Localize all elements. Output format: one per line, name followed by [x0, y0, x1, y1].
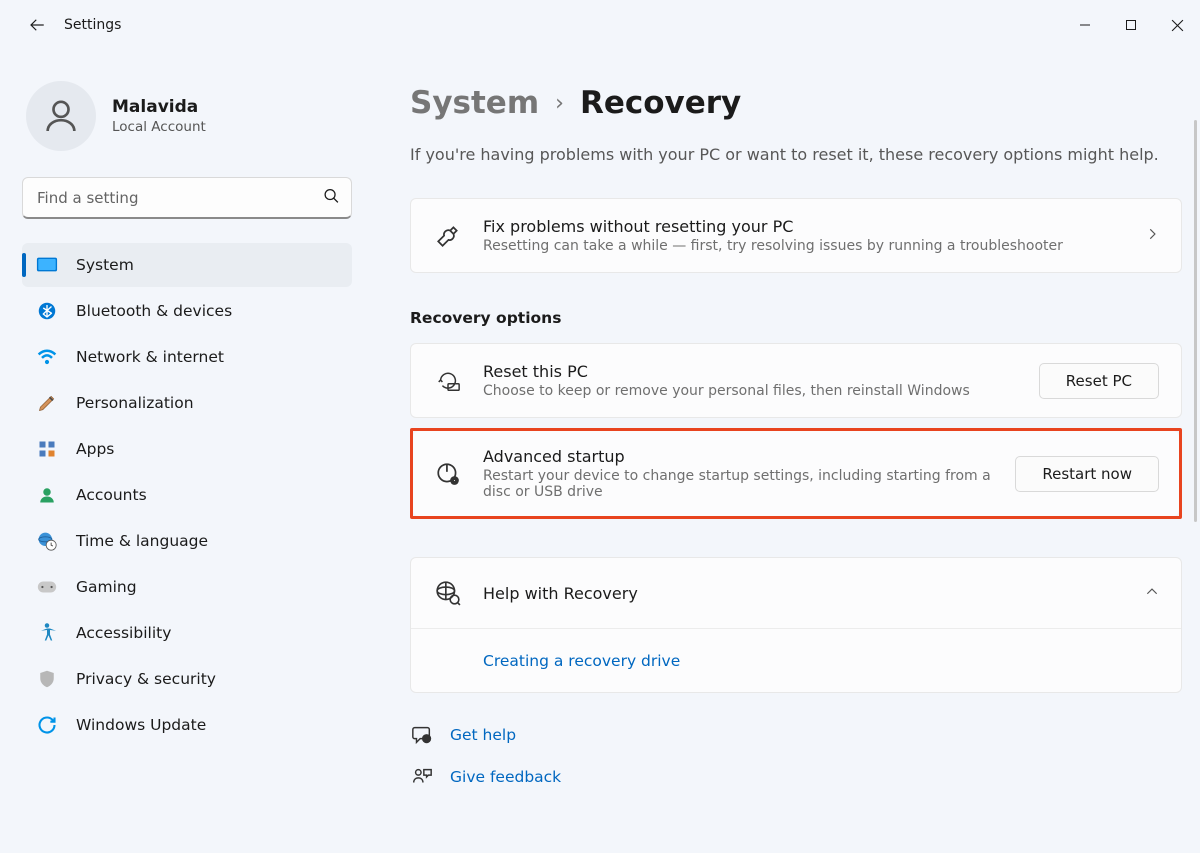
help-chat-icon: ?: [410, 723, 434, 747]
advanced-startup-card: Advanced startup Restart your device to …: [413, 431, 1179, 516]
power-gear-icon: [433, 459, 463, 489]
nav-list: System Bluetooth & devices Network & int…: [22, 243, 352, 747]
sidebar-item-label: Gaming: [76, 578, 137, 596]
card-title: Help with Recovery: [483, 584, 1125, 603]
page-title: Recovery: [580, 85, 741, 121]
shield-icon: [36, 668, 58, 690]
sidebar-item-label: Time & language: [76, 532, 208, 550]
profile-name: Malavida: [112, 97, 206, 118]
body: Malavida Local Account System: [0, 50, 1200, 853]
globe-search-icon: [433, 578, 463, 608]
maximize-button[interactable]: [1108, 8, 1154, 42]
section-heading: Recovery options: [410, 309, 1182, 327]
reset-pc-card: Reset this PC Choose to keep or remove y…: [410, 343, 1182, 418]
sidebar-item-label: Privacy & security: [76, 670, 216, 688]
page-subtitle: If you're having problems with your PC o…: [410, 145, 1182, 164]
feedback-icon: [410, 765, 434, 789]
globe-clock-icon: [36, 530, 58, 552]
close-icon: [1171, 19, 1184, 32]
card-title: Fix problems without resetting your PC: [483, 217, 1125, 236]
search-icon: [323, 188, 340, 209]
chevron-right-icon: ›: [555, 91, 564, 116]
card-subtitle: Choose to keep or remove your personal f…: [483, 383, 1019, 399]
breadcrumb: System › Recovery: [410, 85, 1182, 121]
sidebar-item-label: Personalization: [76, 394, 194, 412]
avatar: [26, 81, 96, 151]
sidebar-item-label: Bluetooth & devices: [76, 302, 232, 320]
help-card-body: Creating a recovery drive: [411, 628, 1181, 692]
sidebar-item-system[interactable]: System: [22, 243, 352, 287]
minimize-icon: [1079, 19, 1091, 31]
window-controls: [1062, 8, 1200, 42]
sidebar-item-accounts[interactable]: Accounts: [22, 473, 352, 517]
sidebar-item-update[interactable]: Windows Update: [22, 703, 352, 747]
update-icon: [36, 714, 58, 736]
link-label: Give feedback: [450, 768, 561, 786]
breadcrumb-parent[interactable]: System: [410, 85, 539, 121]
reset-pc-button[interactable]: Reset PC: [1039, 363, 1159, 399]
profile-subtitle: Local Account: [112, 119, 206, 135]
sidebar-item-network[interactable]: Network & internet: [22, 335, 352, 379]
brush-icon: [36, 392, 58, 414]
person-icon: [41, 96, 81, 136]
titlebar: Settings: [0, 0, 1200, 50]
sidebar-item-label: Network & internet: [76, 348, 224, 366]
system-icon: [36, 254, 58, 276]
accessibility-icon: [36, 622, 58, 644]
sidebar-item-label: System: [76, 256, 134, 274]
minimize-button[interactable]: [1062, 8, 1108, 42]
person-icon: [36, 484, 58, 506]
wrench-icon: [433, 221, 463, 251]
card-subtitle: Restart your device to change startup se…: [483, 468, 995, 500]
get-help-link[interactable]: ? Get help: [410, 723, 1182, 747]
svg-text:?: ?: [425, 735, 428, 743]
scrollbar-thumb[interactable]: [1194, 120, 1197, 522]
sidebar-item-bluetooth[interactable]: Bluetooth & devices: [22, 289, 352, 333]
fix-problems-card[interactable]: Fix problems without resetting your PC R…: [410, 198, 1182, 273]
sidebar-item-personalization[interactable]: Personalization: [22, 381, 352, 425]
restart-now-button[interactable]: Restart now: [1015, 456, 1159, 492]
app-title: Settings: [64, 17, 121, 33]
back-button[interactable]: [20, 8, 54, 42]
sidebar-item-privacy[interactable]: Privacy & security: [22, 657, 352, 701]
sidebar-item-label: Windows Update: [76, 716, 206, 734]
chevron-up-icon: [1145, 584, 1159, 603]
sidebar-item-gaming[interactable]: Gaming: [22, 565, 352, 609]
profile[interactable]: Malavida Local Account: [22, 75, 352, 169]
main-content: System › Recovery If you're having probl…: [370, 50, 1200, 853]
sidebar-item-apps[interactable]: Apps: [22, 427, 352, 471]
arrow-left-icon: [28, 16, 46, 34]
maximize-icon: [1125, 19, 1137, 31]
search-wrap: [22, 177, 352, 219]
help-card-header[interactable]: Help with Recovery: [411, 558, 1181, 628]
apps-icon: [36, 438, 58, 460]
sidebar-item-label: Accessibility: [76, 624, 171, 642]
card-title: Reset this PC: [483, 362, 1019, 381]
close-button[interactable]: [1154, 8, 1200, 42]
settings-window: Settings Malavida Local Account: [0, 0, 1200, 853]
scrollbar[interactable]: [1193, 120, 1197, 813]
sidebar: Malavida Local Account System: [0, 50, 370, 853]
wifi-icon: [36, 346, 58, 368]
sidebar-item-accessibility[interactable]: Accessibility: [22, 611, 352, 655]
bluetooth-icon: [36, 300, 58, 322]
card-title: Advanced startup: [483, 447, 995, 466]
sidebar-item-time[interactable]: Time & language: [22, 519, 352, 563]
link-label: Get help: [450, 726, 516, 744]
gamepad-icon: [36, 576, 58, 598]
footer-links: ? Get help Give feedback: [410, 723, 1182, 789]
recovery-drive-link[interactable]: Creating a recovery drive: [483, 652, 680, 670]
reset-icon: [433, 366, 463, 396]
sidebar-item-label: Accounts: [76, 486, 147, 504]
search-input[interactable]: [22, 177, 352, 219]
card-subtitle: Resetting can take a while — first, try …: [483, 238, 1125, 254]
chevron-right-icon: [1145, 226, 1159, 245]
help-with-recovery-card: Help with Recovery Creating a recovery d…: [410, 557, 1182, 693]
advanced-startup-highlight: Advanced startup Restart your device to …: [410, 428, 1182, 519]
give-feedback-link[interactable]: Give feedback: [410, 765, 1182, 789]
sidebar-item-label: Apps: [76, 440, 114, 458]
